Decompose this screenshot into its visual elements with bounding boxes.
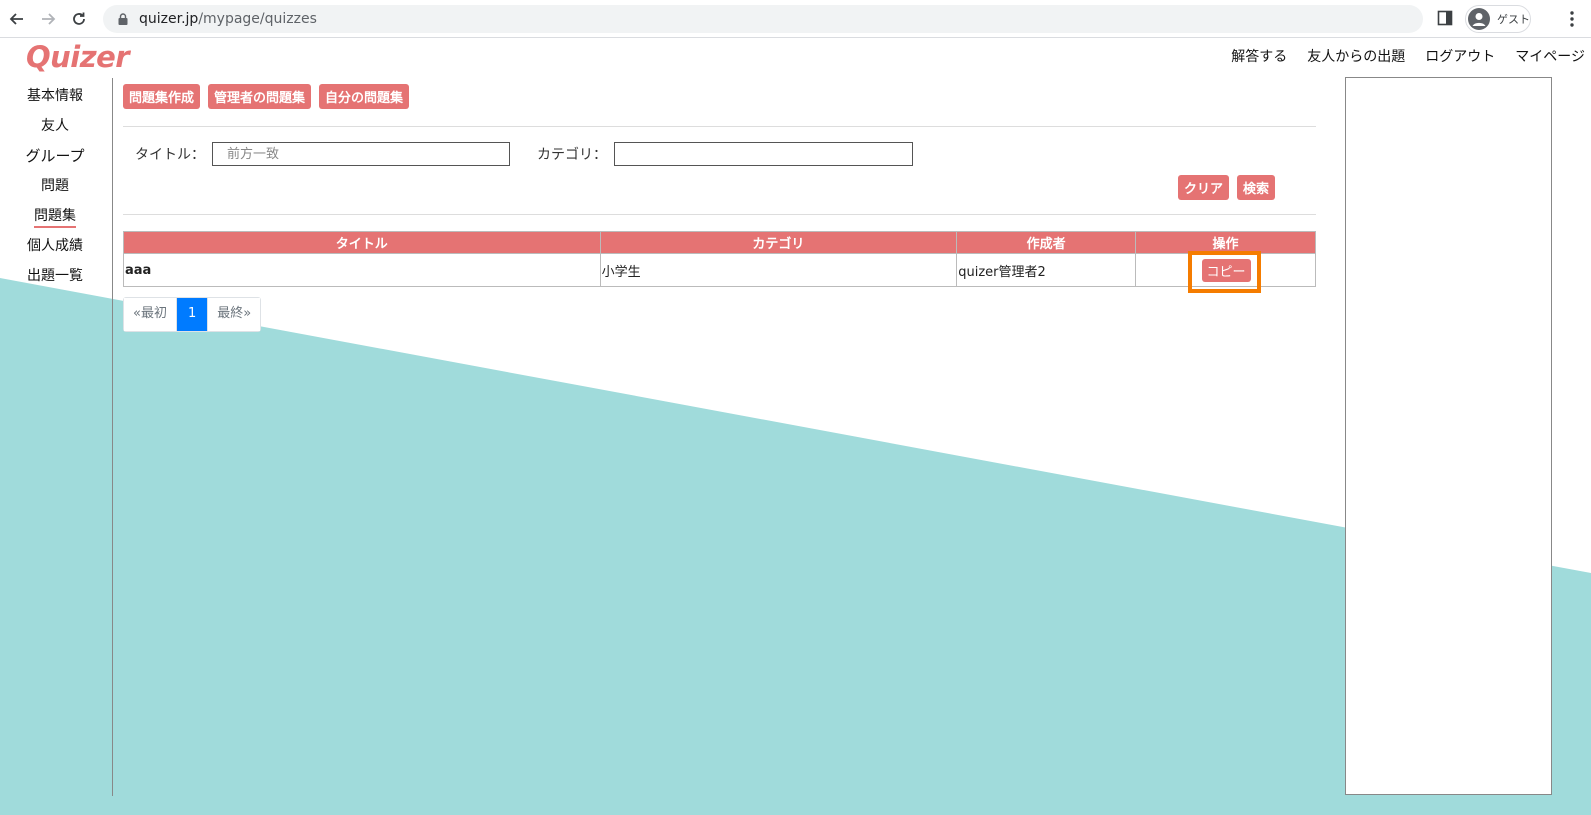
site-logo[interactable]: Quizer — [26, 40, 130, 74]
category-search-input[interactable] — [614, 142, 913, 166]
column-header-author: 作成者 — [956, 231, 1137, 254]
browser-toolbar: quizer.jp/mypage/quizzes ゲスト — [0, 0, 1591, 38]
pagination-last[interactable]: 最終» — [207, 298, 261, 331]
url-text: quizer.jp/mypage/quizzes — [139, 11, 317, 27]
profile-label: ゲスト — [1497, 13, 1530, 26]
nav-friend-quizzes[interactable]: 友人からの出題 — [1307, 46, 1405, 66]
quiz-set-table: タイトル カテゴリ 作成者 操作 aaa 小学生 quizer管理者2 コピー — [123, 231, 1316, 293]
sidebar-item-label: 問題 — [41, 178, 69, 194]
nav-logout[interactable]: ログアウト — [1425, 46, 1495, 66]
pagination: «最初 1 最終» — [123, 297, 262, 332]
url-host: quizer.jp — [139, 11, 199, 27]
copy-button[interactable]: コピー — [1201, 258, 1251, 282]
sidebar: 基本情報 友人 グループ 問題 問題集 個人成績 出題一覧 — [0, 84, 110, 294]
sidebar-item-friends[interactable]: 友人 — [0, 114, 110, 144]
sidebar-divider — [112, 78, 113, 796]
cell-title: aaa — [123, 253, 601, 287]
nav-answer[interactable]: 解答する — [1231, 46, 1287, 66]
avatar-icon — [1468, 8, 1490, 30]
cell-actions: コピー — [1135, 251, 1316, 293]
sidebar-item-label: 個人成績 — [27, 238, 83, 254]
sidebar-item-questions[interactable]: 問題 — [0, 174, 110, 204]
side-panel-icon[interactable] — [1437, 10, 1453, 26]
right-side-panel — [1345, 77, 1552, 795]
sidebar-item-label: 出題一覧 — [27, 268, 83, 284]
pagination-first[interactable]: «最初 — [124, 298, 176, 331]
quiz-tabs: 問題集作成 管理者の問題集 自分の問題集 — [123, 84, 1316, 109]
category-label: カテゴリ： — [537, 147, 607, 163]
sidebar-item-label: 基本情報 — [27, 88, 83, 104]
url-path: /mypage/quizzes — [198, 11, 317, 27]
top-nav: 解答する 友人からの出題 ログアウト マイページ — [1231, 46, 1585, 66]
divider — [123, 214, 1316, 215]
search-actions: クリア 検索 — [1178, 175, 1276, 200]
column-header-title: タイトル — [123, 231, 601, 254]
my-quiz-sets-button[interactable]: 自分の問題集 — [319, 84, 410, 109]
back-arrow-icon[interactable] — [4, 6, 30, 32]
sidebar-item-label: グループ — [25, 147, 85, 165]
sidebar-item-results[interactable]: 個人成績 — [0, 234, 110, 264]
reload-icon[interactable] — [66, 6, 92, 32]
more-menu-icon[interactable] — [1569, 9, 1575, 29]
main-content: 問題集作成 管理者の問題集 自分の問題集 タイトル： カテゴリ： クリア 検索 … — [123, 84, 1316, 332]
sidebar-item-quiz-sets[interactable]: 問題集 — [0, 204, 110, 234]
title-label: タイトル： — [135, 147, 205, 163]
lock-icon — [118, 13, 128, 25]
cell-category: 小学生 — [599, 253, 958, 287]
profile-button[interactable]: ゲスト — [1465, 5, 1531, 33]
sidebar-item-assignments[interactable]: 出題一覧 — [0, 264, 110, 294]
table-row: aaa 小学生 quizer管理者2 コピー — [123, 251, 1316, 293]
divider — [123, 126, 1316, 127]
nav-mypage[interactable]: マイページ — [1515, 46, 1585, 66]
column-header-category: カテゴリ — [599, 231, 958, 254]
sidebar-item-label: 友人 — [41, 118, 69, 134]
admin-quiz-sets-button[interactable]: 管理者の問題集 — [208, 84, 312, 109]
sidebar-item-basic-info[interactable]: 基本情報 — [0, 84, 110, 114]
cell-author: quizer管理者2 — [956, 253, 1137, 287]
clear-button[interactable]: クリア — [1178, 175, 1230, 200]
pagination-page-current[interactable]: 1 — [175, 298, 208, 331]
table-header-row: タイトル カテゴリ 作成者 操作 — [123, 231, 1316, 254]
create-quiz-set-button[interactable]: 問題集作成 — [123, 84, 201, 109]
address-bar[interactable]: quizer.jp/mypage/quizzes — [103, 5, 1423, 33]
column-header-actions: 操作 — [1135, 231, 1316, 254]
title-search-input[interactable] — [212, 142, 510, 166]
forward-arrow-icon[interactable] — [35, 6, 61, 32]
search-form: タイトル： カテゴリ： — [135, 142, 913, 166]
search-button[interactable]: 検索 — [1237, 175, 1276, 200]
sidebar-item-label: 問題集 — [34, 208, 76, 228]
sidebar-item-groups[interactable]: グループ — [0, 144, 110, 174]
